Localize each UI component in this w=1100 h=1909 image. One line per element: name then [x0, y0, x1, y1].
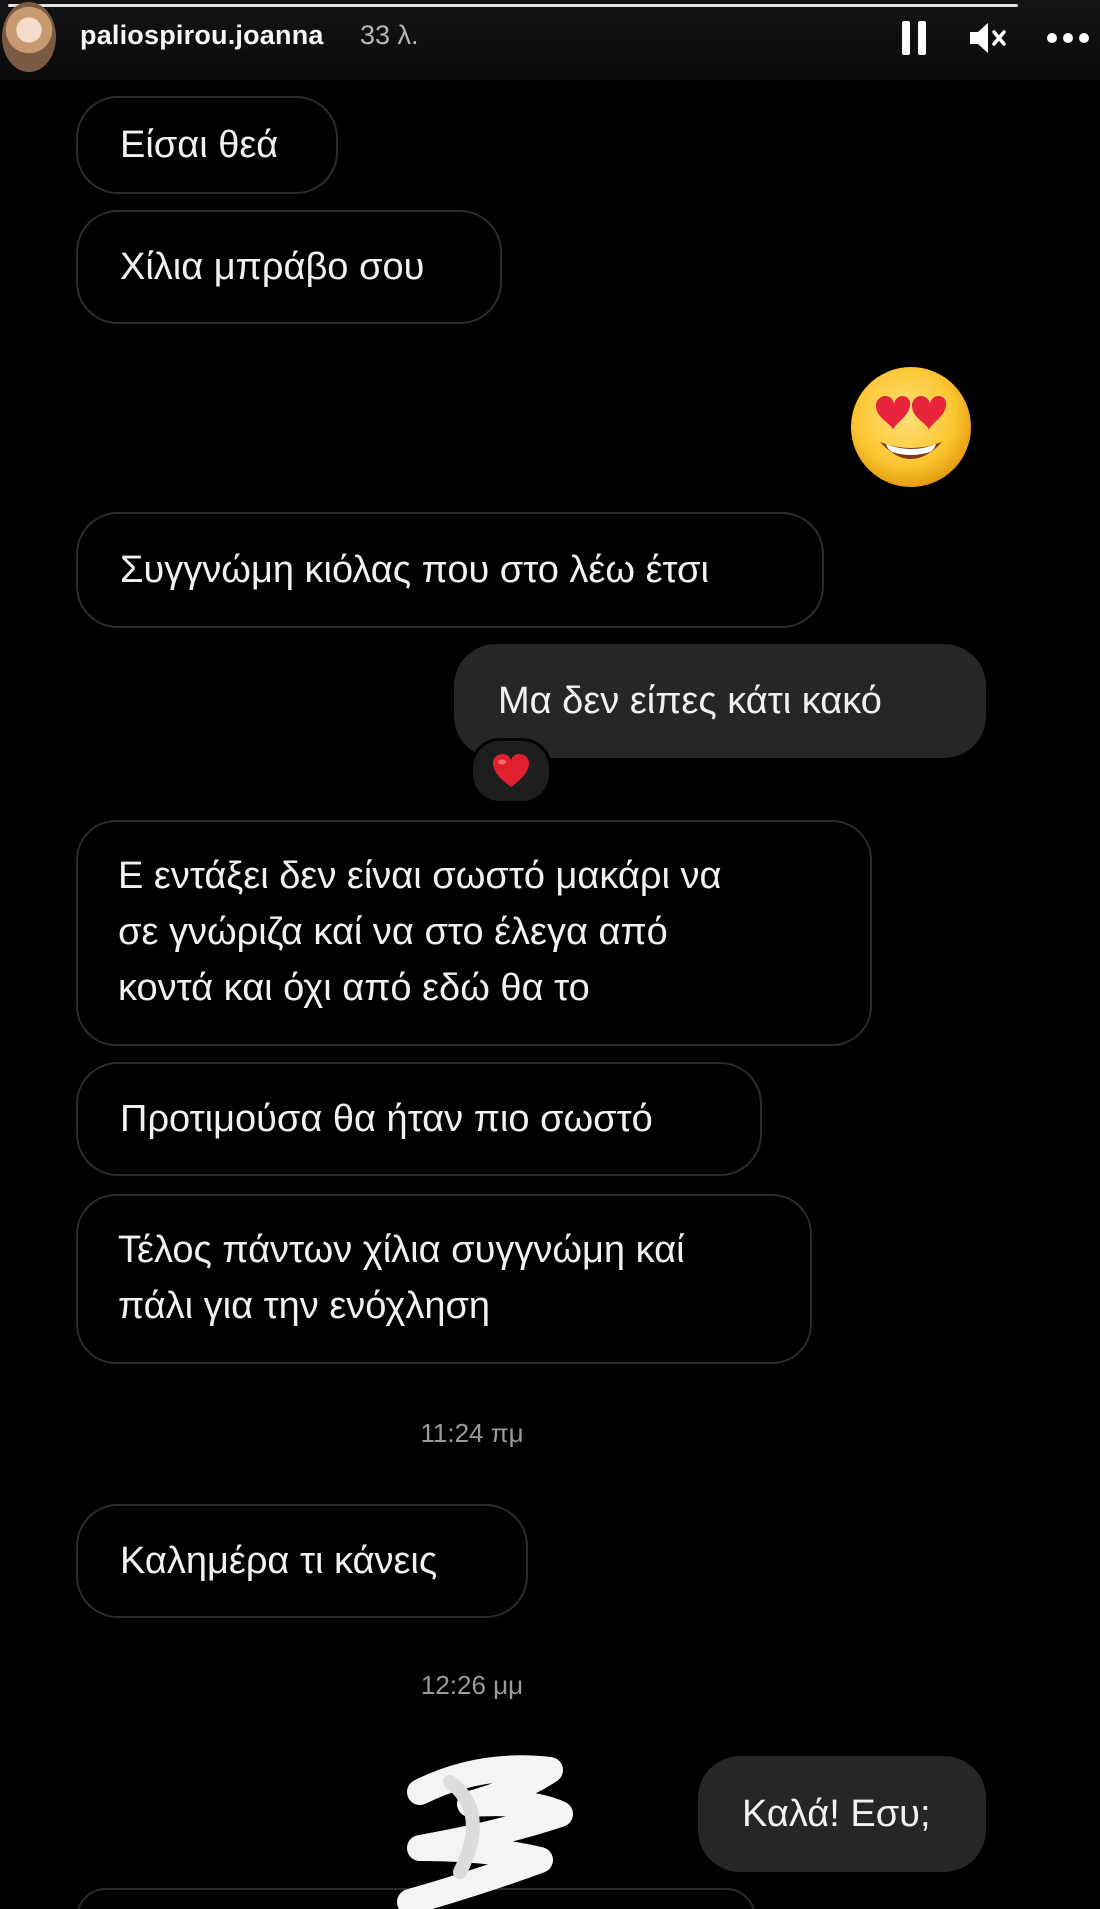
message-timestamp: 12:26 μμ	[420, 1670, 524, 1700]
message-timestamp: 11:24 πμ	[420, 1418, 524, 1448]
message-text-line: σε γνώριζα καί να στο έλεγα από	[118, 911, 668, 953]
incoming-message[interactable]: Ε εντάξει δεν είναι σωστό μακάρι να σε γ…	[76, 820, 872, 1046]
story-viewer: paliospirou.joanna 33 λ. Είσαι θεά Χίλια…	[0, 0, 1100, 1909]
white-scribble-sticker[interactable]	[380, 1752, 580, 1909]
message-text: Μα δεν είπες κάτι κακό	[498, 680, 882, 722]
incoming-message[interactable]: Προτιμούσα θα ήταν πιο σωστό	[76, 1062, 762, 1176]
message-text-line: πάλι για την ενόχληση	[118, 1285, 491, 1327]
username[interactable]: paliospirou.joanna	[80, 20, 324, 51]
message-text: Συγγνώμη κιόλας που στο λέω έτσι	[120, 549, 709, 591]
speaker-muted-icon[interactable]	[966, 18, 1010, 58]
pause-icon[interactable]	[896, 18, 932, 58]
message-text: Καλά! Εσυ;	[742, 1793, 931, 1835]
story-progress-bar	[8, 4, 1018, 7]
post-time: 33 λ.	[360, 20, 419, 50]
red-heart-emoji	[493, 754, 529, 787]
message-text: Προτιμούσα θα ήταν πιο σωστό	[120, 1098, 653, 1140]
red-heart-reaction[interactable]	[470, 738, 552, 804]
incoming-message[interactable]: Χίλια μπράβο σου	[76, 210, 502, 324]
profile-avatar[interactable]	[2, 2, 56, 72]
incoming-message[interactable]: Καλημέρα τι κάνεις	[76, 1504, 528, 1618]
message-text: Χίλια μπράβο σου	[120, 246, 425, 288]
message-text: Είσαι θεά	[120, 124, 279, 166]
more-dots-icon[interactable]	[1040, 18, 1096, 58]
heart-eyes-emoji[interactable]	[848, 364, 974, 490]
message-text-line: Τέλος πάντων χίλια συγγνώμη καί	[118, 1229, 685, 1271]
incoming-message[interactable]: Συγγνώμη κιόλας που στο λέω έτσι	[76, 512, 824, 628]
story-header: paliospirou.joanna 33 λ.	[0, 0, 1100, 80]
message-text: Καλημέρα τι κάνεις	[120, 1540, 438, 1582]
outgoing-message[interactable]: Καλά! Εσυ;	[698, 1756, 986, 1872]
message-text-line: κοντά και όχι από εδώ θα το	[118, 967, 590, 1009]
message-text-line: Ε εντάξει δεν είναι σωστό μακάρι να	[118, 855, 722, 897]
incoming-message[interactable]: Είσαι θεά	[76, 96, 338, 194]
story-progress-fill	[8, 4, 1018, 7]
incoming-message[interactable]: Τέλος πάντων χίλια συγγνώμη καί πάλι για…	[76, 1194, 812, 1364]
